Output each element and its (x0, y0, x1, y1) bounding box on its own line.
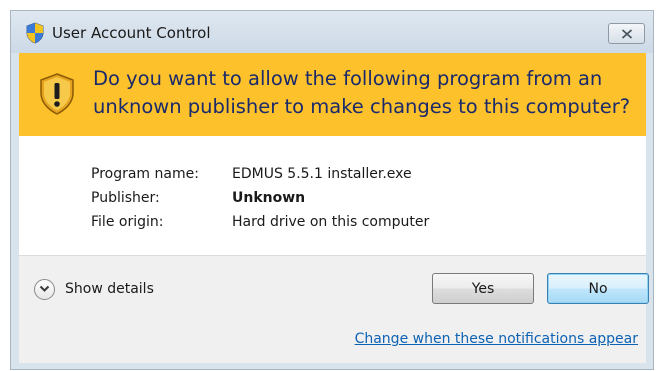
close-button[interactable] (608, 23, 645, 44)
publisher-label: Publisher: (91, 190, 160, 206)
uac-shield-icon (26, 22, 44, 44)
footer: Change when these notifications appear (19, 317, 646, 363)
file-origin-value: Hard drive on this computer (232, 214, 430, 230)
chevron-down-icon (34, 278, 55, 300)
show-details-label: Show details (65, 281, 154, 297)
program-name-label: Program name: (91, 166, 199, 182)
close-icon (621, 28, 632, 39)
window-title: User Account Control (52, 24, 211, 42)
file-origin-label: File origin: (91, 214, 164, 230)
no-button[interactable]: No (547, 273, 649, 304)
show-details-toggle[interactable]: Show details (34, 278, 154, 300)
change-notifications-link[interactable]: Change when these notifications appear (355, 331, 638, 347)
program-name-value: EDMUS 5.5.1 installer.exe (232, 166, 412, 182)
warning-shield-icon (40, 73, 74, 115)
warning-banner: Do you want to allow the following progr… (19, 53, 646, 136)
warning-message: Do you want to allow the following progr… (93, 67, 631, 118)
yes-button[interactable]: Yes (432, 273, 534, 304)
program-details: Program name: EDMUS 5.5.1 installer.exe … (19, 136, 646, 255)
title-bar: User Account Control (11, 11, 653, 53)
publisher-value: Unknown (232, 190, 306, 206)
action-bar: Show details Yes No (19, 255, 649, 317)
uac-dialog: User Account Control Do you want to allo… (10, 10, 654, 370)
